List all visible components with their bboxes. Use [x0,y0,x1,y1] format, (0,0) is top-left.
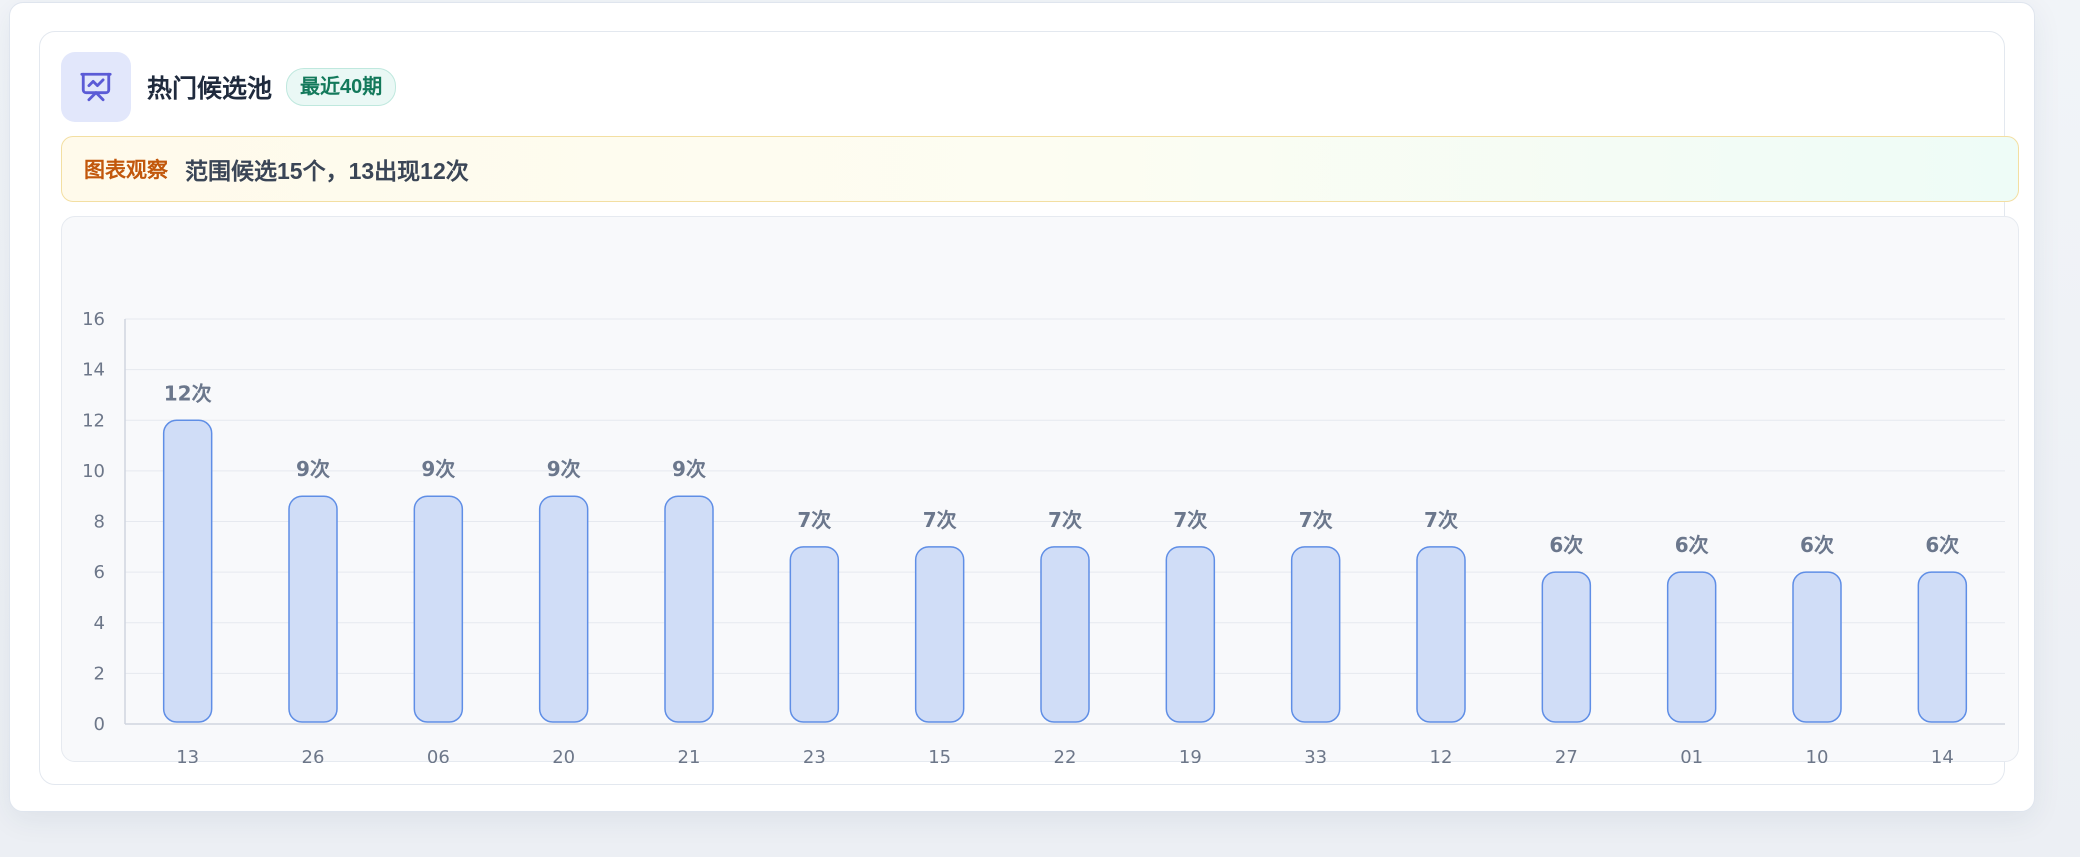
bar-value-label: 9次 [672,457,706,481]
bar-value-label: 6次 [1675,533,1709,557]
x-tick-label: 10 [1806,747,1829,763]
y-tick-label: 0 [94,714,105,735]
bar-value-label: 7次 [1299,508,1333,532]
chart-panel: 0 2 4 6 8 10 12 14 16 12次 13 9次 26 9次 06 9次 20 9次 21 7次 23 7次… [61,216,2019,763]
bar-14 [1917,571,1968,723]
y-tick-label: 2 [94,663,105,684]
bar-06 [413,495,464,723]
x-tick-label: 20 [552,747,575,763]
bar-10 [1792,571,1842,723]
y-tick-label: 14 [82,360,105,381]
period-badge: 最近40期 [286,68,397,106]
bar-value-label: 12次 [164,381,212,405]
x-tick-label: 27 [1555,747,1578,763]
bar-value-label: 7次 [1173,508,1207,532]
outer-frame: 热门候选池 最近40期 图表观察 范围候选15个，13出现12次 0 2 4 6 8 10… [9,2,2035,812]
observation-label: 图表观察 [84,159,168,182]
bar-26 [288,495,338,723]
x-tick-label: 26 [302,747,325,763]
bar-value-label: 9次 [421,457,455,481]
x-tick-label: 06 [427,747,450,763]
y-tick-label: 4 [94,613,105,634]
chart-observation-banner: 图表观察 范围候选15个，13出现12次 [61,136,2019,202]
bar-12 [1416,546,1466,723]
x-tick-label: 19 [1179,747,1202,763]
bar-19 [1165,546,1216,723]
x-tick-label: 21 [678,747,701,763]
bar-value-label: 6次 [1800,533,1834,557]
observation-text: 范围候选15个，13出现12次 [185,158,469,184]
bar-value-label: 6次 [1925,533,1959,557]
bar-value-label: 7次 [1048,508,1082,532]
x-tick-label: 33 [1304,747,1327,763]
y-tick-label: 8 [94,512,105,533]
y-tick-label: 6 [94,562,105,583]
bar-15 [914,546,965,723]
bar-value-label: 9次 [296,457,330,481]
bar-value-label: 7次 [923,508,957,532]
card-header: 热门候选池 最近40期 [61,52,397,122]
bar-value-label: 6次 [1549,533,1583,557]
card-title: 热门候选池 [147,75,273,103]
x-tick-label: 15 [928,747,951,763]
bar-33 [1290,546,1341,723]
hot-candidates-card: 热门候选池 最近40期 图表观察 范围候选15个，13出现12次 0 2 4 6 8 10… [39,31,2019,785]
bar-21 [664,495,714,723]
y-tick-label: 16 [82,309,105,330]
bar-value-label: 7次 [797,508,831,532]
bar-20 [538,495,589,723]
bar-27 [1541,571,1592,723]
x-tick-label: 01 [1680,747,1703,763]
x-tick-label: 12 [1430,747,1453,763]
bar-23 [789,546,840,723]
bar-01 [1666,571,1717,723]
x-tick-label: 14 [1931,747,1954,763]
bar-value-label: 9次 [547,457,581,481]
bar-22 [1040,546,1090,723]
bar-value-label: 7次 [1424,508,1458,532]
x-tick-label: 23 [803,747,826,763]
x-tick-label: 13 [176,747,199,763]
x-tick-label: 22 [1054,747,1077,763]
presentation-chart-icon [61,52,131,122]
bar-13 [162,419,213,723]
frequency-bar-chart: 0 2 4 6 8 10 12 14 16 12次 13 9次 26 9次 06 9次 20 9次 21 7次 23 7次… [82,309,2005,763]
y-tick-label: 10 [82,461,105,482]
y-tick-label: 12 [82,410,105,431]
